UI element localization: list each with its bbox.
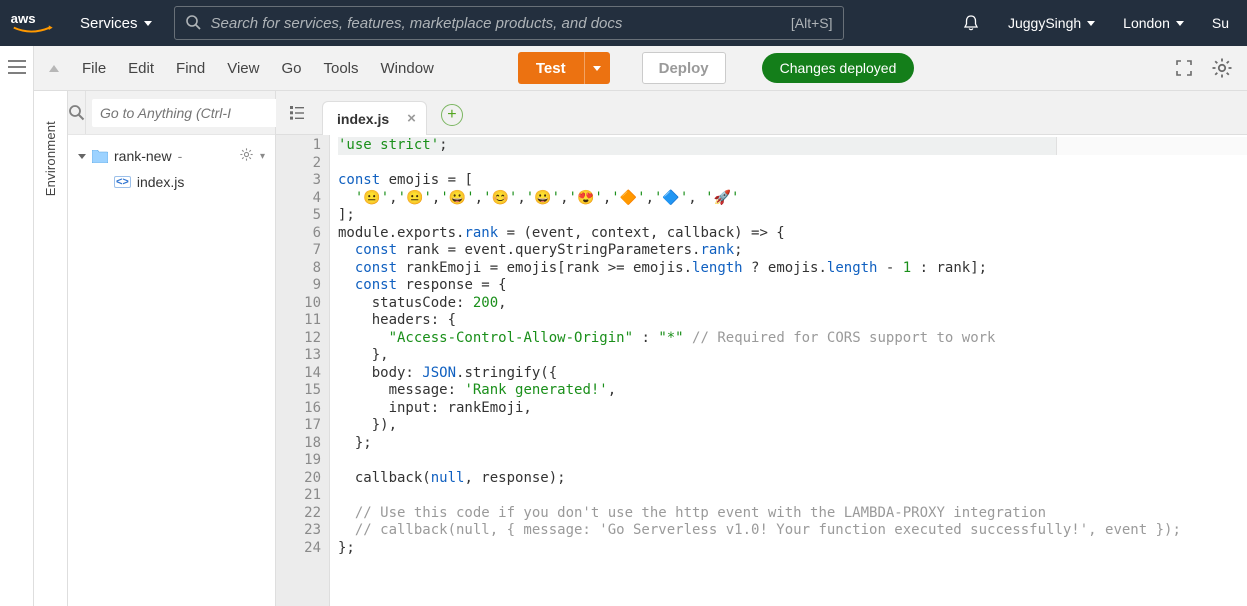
deploy-button-label: Deploy <box>659 60 709 77</box>
support-label: Su <box>1212 15 1229 31</box>
editor-tabs: index.js × + <box>276 91 1247 135</box>
caret-down-icon <box>1087 21 1095 26</box>
gear-icon[interactable] <box>1211 57 1233 79</box>
editor-tab-label: index.js <box>337 111 389 127</box>
search-shortcut: [Alt+S] <box>791 15 833 31</box>
menu-window[interactable]: Window <box>381 60 434 77</box>
region-menu[interactable]: London <box>1115 15 1192 31</box>
menu-go[interactable]: Go <box>281 60 301 77</box>
environment-rail[interactable]: Environment <box>34 91 68 606</box>
caret-down-icon <box>144 21 152 26</box>
test-button-label: Test <box>518 52 584 84</box>
menu-file[interactable]: File <box>82 60 106 77</box>
deploy-status-label: Changes deployed <box>780 60 897 76</box>
support-menu[interactable]: Su <box>1204 15 1237 31</box>
account-name: JuggySingh <box>1008 15 1081 31</box>
outline-icon <box>289 105 305 121</box>
caret-down-icon <box>593 66 601 71</box>
deploy-button[interactable]: Deploy <box>642 52 726 84</box>
tree-file-name: index.js <box>137 174 184 190</box>
chevron-down-icon <box>78 154 86 159</box>
test-button[interactable]: Test <box>518 52 610 84</box>
fullscreen-icon[interactable] <box>1175 59 1193 77</box>
tree-folder-suffix: - <box>178 148 183 164</box>
tree-folder-gear-icon[interactable] <box>239 147 254 165</box>
line-number-gutter: 123456789101112131415161718192021222324 <box>276 135 330 606</box>
svg-text:aws: aws <box>11 11 36 26</box>
menu-view[interactable]: View <box>227 60 259 77</box>
aws-top-nav: aws Services [Alt+S] JuggySingh London S… <box>0 0 1247 46</box>
collapse-panel-icon[interactable] <box>48 63 60 73</box>
new-tab-button[interactable]: + <box>441 104 463 126</box>
menu-find[interactable]: Find <box>176 60 205 77</box>
aws-logo[interactable]: aws <box>10 9 58 37</box>
close-tab-icon[interactable]: × <box>407 110 416 127</box>
sidebar-search-button[interactable] <box>68 91 86 134</box>
plus-icon: + <box>447 106 456 124</box>
editor-tab-active[interactable]: index.js × <box>322 101 427 135</box>
services-label: Services <box>80 15 138 32</box>
file-tree: rank-new - ▾ <> index.js <box>68 135 275 203</box>
file-explorer-header <box>68 91 275 135</box>
services-menu[interactable]: Services <box>70 9 162 38</box>
global-search[interactable]: [Alt+S] <box>174 6 844 40</box>
outline-button[interactable] <box>282 98 312 128</box>
search-icon <box>68 104 85 121</box>
test-button-dropdown[interactable] <box>584 52 610 84</box>
deploy-status-pill: Changes deployed <box>762 53 915 83</box>
file-explorer: rank-new - ▾ <> index.js <box>68 91 276 606</box>
menu-bar: File Edit Find View Go Tools Window Test… <box>34 46 1247 91</box>
environment-rail-label: Environment <box>43 121 58 196</box>
tree-file-index[interactable]: <> index.js <box>72 169 271 195</box>
global-search-input[interactable] <box>211 15 781 32</box>
left-gutter <box>0 46 34 606</box>
tree-folder-name: rank-new <box>114 148 172 164</box>
region-name: London <box>1123 15 1170 31</box>
caret-down-icon <box>1176 21 1184 26</box>
menu-tools[interactable]: Tools <box>323 60 358 77</box>
account-menu[interactable]: JuggySingh <box>1000 15 1103 31</box>
code-area[interactable]: 123456789101112131415161718192021222324 … <box>276 135 1247 606</box>
menu-edit[interactable]: Edit <box>128 60 154 77</box>
goto-anything-input[interactable] <box>92 99 290 127</box>
bell-icon <box>962 14 980 32</box>
js-file-icon: <> <box>114 176 131 188</box>
folder-icon <box>92 150 108 163</box>
code-content[interactable]: 'use strict'; const emojis = [ '😐','😐','… <box>330 135 1247 606</box>
notifications-button[interactable] <box>954 14 988 32</box>
hamburger-icon[interactable] <box>8 60 26 606</box>
search-icon <box>185 14 201 33</box>
code-editor: index.js × + 123456789101112131415161718… <box>276 91 1247 606</box>
tree-folder-root[interactable]: rank-new - ▾ <box>72 143 271 169</box>
